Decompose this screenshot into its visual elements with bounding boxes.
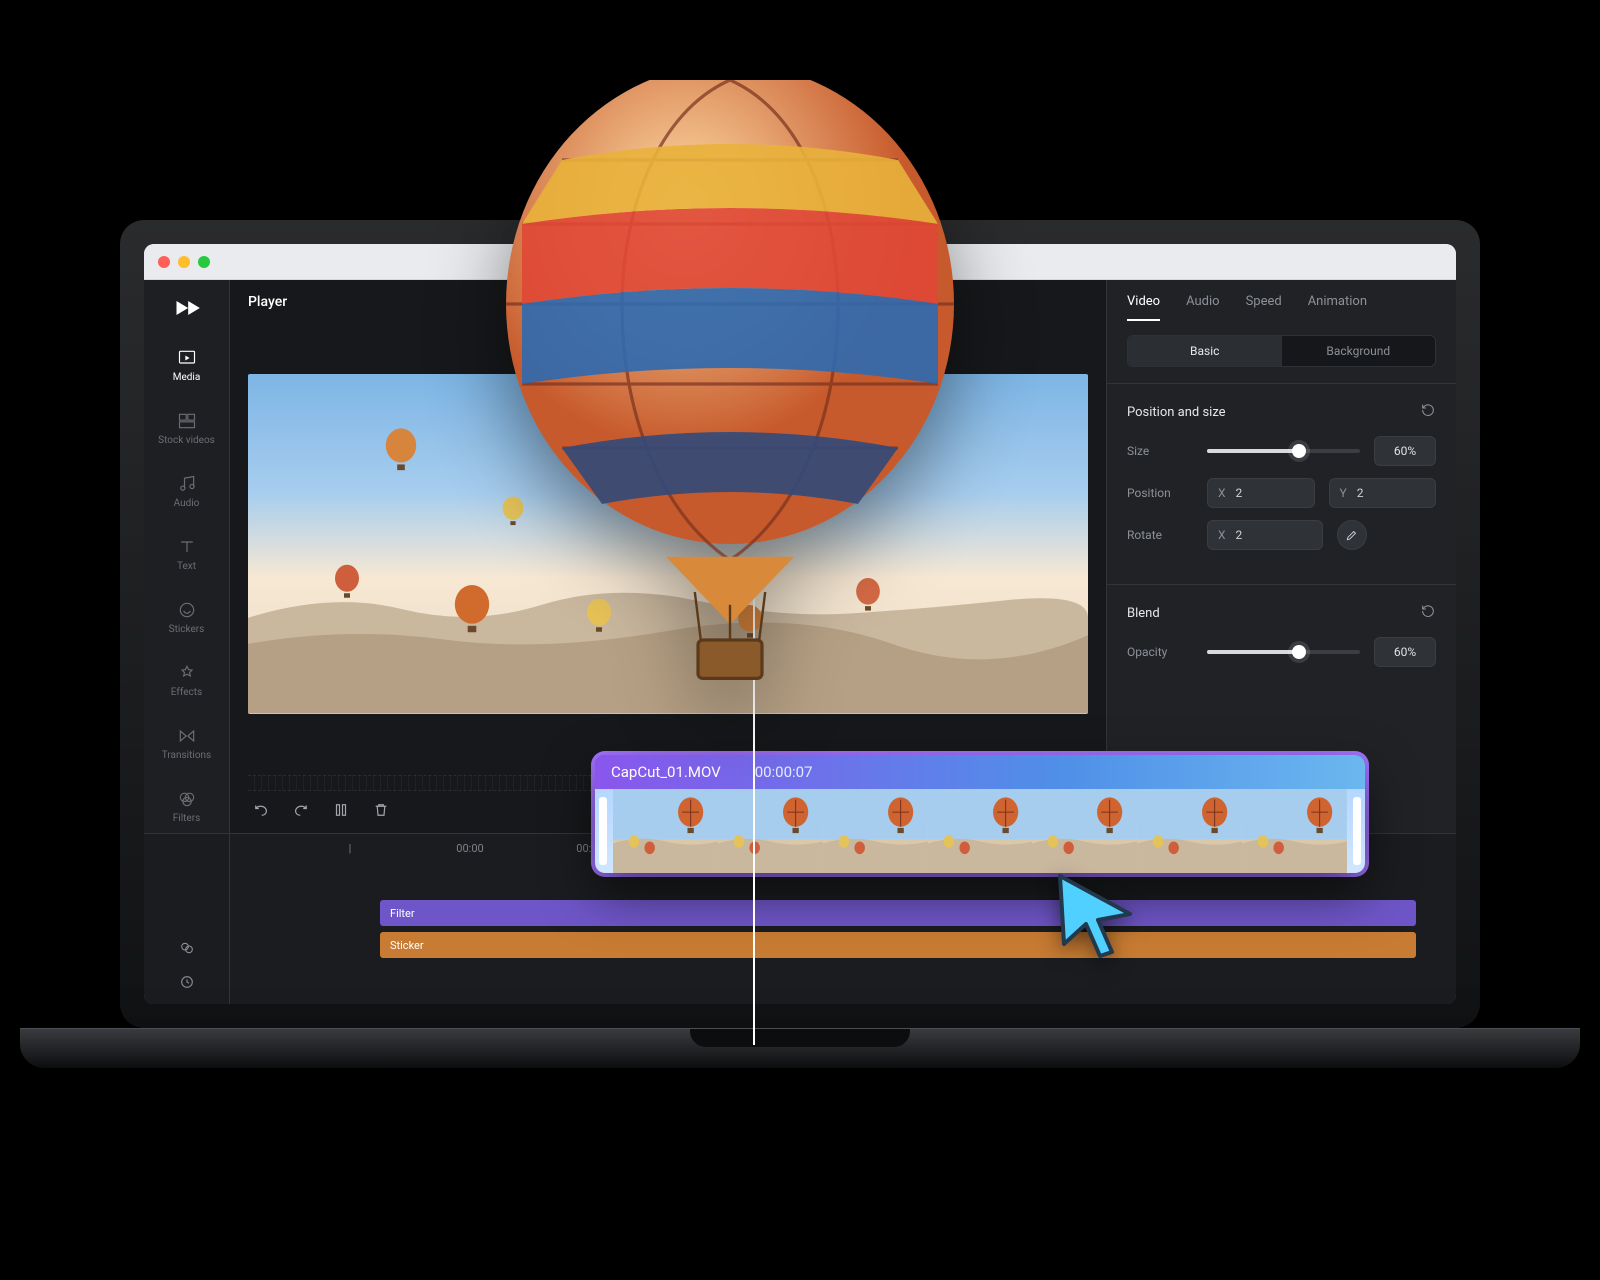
redo-button[interactable] — [292, 801, 310, 823]
rotate-edit-button[interactable] — [1337, 520, 1367, 550]
sidebar-item-media[interactable]: Media — [144, 342, 229, 389]
tab-video[interactable]: Video — [1127, 294, 1160, 321]
rotate-field[interactable]: X2 — [1207, 520, 1323, 550]
track-label: Filter — [390, 907, 415, 920]
section-title-blend: Blend — [1127, 606, 1160, 621]
sidebar-item-effects[interactable]: Effects — [144, 657, 229, 704]
time-mark: 00:00 — [410, 842, 530, 855]
reset-blend-button[interactable] — [1420, 603, 1436, 623]
track-effect-icon[interactable] — [179, 940, 195, 960]
undo-button[interactable] — [252, 801, 270, 823]
sidebar-item-text[interactable]: Text — [144, 531, 229, 578]
label-size: Size — [1127, 444, 1193, 458]
track-filter[interactable]: Filter — [380, 900, 1416, 926]
sidebar-label: Stickers — [169, 624, 205, 635]
opacity-slider[interactable] — [1207, 650, 1360, 654]
track-time-icon[interactable] — [179, 974, 195, 994]
zoom-window-icon[interactable] — [198, 256, 210, 268]
sidebar-label: Media — [173, 372, 201, 383]
sidebar-label: Transitions — [162, 750, 211, 761]
clip-thumbnails — [613, 789, 1347, 873]
delete-button[interactable] — [372, 801, 390, 823]
sidebar-item-stickers[interactable]: Stickers — [144, 594, 229, 641]
section-title-position: Position and size — [1127, 405, 1226, 420]
label-rotate: Rotate — [1127, 528, 1193, 542]
cursor-icon — [1050, 870, 1140, 960]
timeline-clip[interactable]: CapCut_01.MOV 00:00:07 — [595, 755, 1365, 873]
sidebar-item-transitions[interactable]: Transitions — [144, 720, 229, 767]
size-slider[interactable] — [1207, 449, 1360, 453]
tab-animation[interactable]: Animation — [1308, 294, 1367, 321]
opacity-value[interactable]: 60% — [1374, 637, 1436, 667]
properties-panel: Video Audio Speed Animation Basic Backgr… — [1106, 280, 1456, 833]
app-logo — [173, 294, 201, 326]
sidebar-label: Effects — [171, 687, 202, 698]
position-y-field[interactable]: Y2 — [1329, 478, 1437, 508]
subtab-background[interactable]: Background — [1282, 336, 1436, 366]
size-value[interactable]: 60% — [1374, 436, 1436, 466]
clip-filename: CapCut_01.MOV — [611, 763, 721, 781]
sidebar-label: Stock videos — [158, 435, 215, 446]
track-sticker[interactable]: Sticker — [380, 932, 1416, 958]
close-window-icon[interactable] — [158, 256, 170, 268]
subtab-basic[interactable]: Basic — [1128, 336, 1282, 366]
sidebar-item-stock-videos[interactable]: Stock videos — [144, 405, 229, 452]
sidebar-item-filters[interactable]: Filters — [144, 783, 229, 830]
sidebar-label: Audio — [174, 498, 200, 509]
label-opacity: Opacity — [1127, 645, 1193, 659]
sidebar-label: Text — [177, 561, 196, 572]
tab-speed[interactable]: Speed — [1246, 294, 1282, 321]
position-x-field[interactable]: X2 — [1207, 478, 1315, 508]
reset-position-button[interactable] — [1420, 402, 1436, 422]
sidebar-item-audio[interactable]: Audio — [144, 468, 229, 515]
label-position: Position — [1127, 486, 1193, 500]
sidebar: Media Stock videos Audio Text Stickers E… — [144, 280, 230, 833]
minimize-window-icon[interactable] — [178, 256, 190, 268]
hero-balloon-image — [490, 80, 970, 680]
clip-timestamp: 00:00:07 — [755, 763, 813, 781]
tab-audio[interactable]: Audio — [1186, 294, 1219, 321]
track-label: Sticker — [390, 939, 424, 952]
split-button[interactable] — [332, 801, 350, 823]
sidebar-label: Filters — [173, 813, 201, 824]
